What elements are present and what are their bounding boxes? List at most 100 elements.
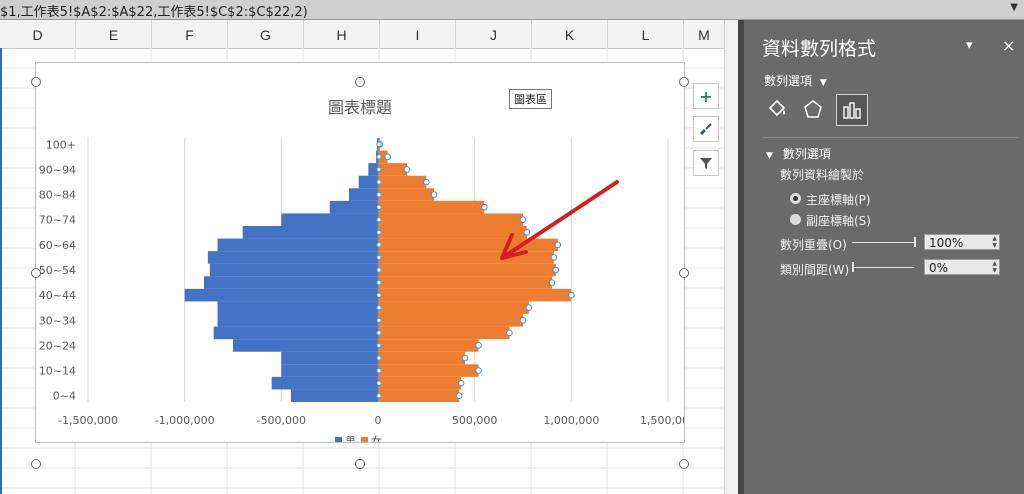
resize-handle[interactable] (355, 459, 365, 469)
series-options-section[interactable]: ▼ 數列選項 (766, 145, 831, 162)
chart-title: 圖表標題 (328, 98, 392, 117)
resize-handle[interactable] (31, 268, 41, 278)
series-point-handle (525, 304, 533, 312)
series-point-handle (523, 228, 531, 236)
resize-handle[interactable] (679, 77, 689, 87)
gap-width-label: 類別間距(W) (780, 263, 850, 277)
bar-chart-icon (843, 102, 861, 119)
brush-icon (699, 123, 712, 136)
bar (349, 188, 378, 201)
bar (378, 200, 485, 214)
spin-arrows-icon[interactable]: ▲ ▼ (992, 260, 997, 274)
series-point-handle (376, 393, 382, 399)
bar (207, 251, 378, 264)
chart-elements-button[interactable]: + (693, 83, 719, 109)
gap-value: 0% (929, 261, 949, 275)
fill-line-tab[interactable] (762, 94, 792, 124)
bar (209, 263, 378, 277)
y-tick-label: 10~14 (39, 365, 76, 378)
bar (281, 364, 378, 377)
series-point-handle (548, 279, 556, 286)
effects-tab[interactable] (798, 94, 828, 124)
overlap-slider[interactable] (852, 242, 914, 243)
column-header[interactable]: K (532, 20, 608, 48)
vertical-scrollbar[interactable] (724, 20, 739, 494)
gap-input[interactable]: 0% ▲ ▼ (924, 259, 1000, 275)
bar (378, 301, 529, 314)
y-tick-label: 20~24 (39, 339, 76, 352)
formula-bar[interactable]: $1,工作表5!$A$2:$A$22,工作表5!$C$2:$C$22,2) ▼ (0, 0, 1024, 20)
bar (378, 351, 465, 365)
series-point-handle (376, 191, 382, 198)
section-title: 數列選項 (782, 147, 831, 161)
column-header[interactable]: E (76, 20, 152, 48)
series-point-handle (376, 166, 382, 173)
legend-swatch (335, 437, 342, 444)
y-tick-label: 40~44 (39, 289, 76, 302)
spin-arrows-icon[interactable]: ▲ ▼ (992, 235, 997, 249)
overlap-input[interactable]: 100% ▲ ▼ (924, 234, 1000, 250)
chart-filters-button[interactable] (693, 150, 719, 176)
series-point-handle (376, 179, 382, 185)
pane-title: 資料數列格式 (762, 38, 877, 60)
series-point-handle (376, 292, 382, 298)
column-header[interactable]: F (152, 20, 228, 48)
legend-label: 男 (345, 435, 356, 442)
y-tick-label: 50~54 (39, 264, 76, 277)
bar (217, 314, 378, 327)
resize-handle[interactable] (31, 459, 41, 469)
series-point-handle (376, 204, 382, 210)
secondary-axis-radio[interactable] (790, 214, 801, 225)
series-point-handle (506, 329, 513, 337)
column-header[interactable]: J (456, 20, 532, 48)
resize-handle[interactable] (31, 77, 41, 87)
filter-icon (700, 158, 712, 169)
chart-area[interactable]: 圖表標題 0~4 10~14 20~24 30~34 40~44 50~54 60~64 70~… (35, 62, 696, 448)
series-point-handle (376, 229, 382, 235)
x-tick-label: 1,000,000 (543, 414, 599, 427)
population-pyramid-chart[interactable]: 圖表標題 0~4 10~14 20~24 30~34 40~44 50~54 60~64 70~… (36, 63, 696, 448)
series-point-handle (519, 316, 527, 324)
pane-options-icon[interactable]: ▾ (966, 38, 973, 53)
series-point-handle (376, 367, 382, 374)
y-tick-label: 0~4 (53, 390, 76, 403)
resize-handle[interactable] (355, 77, 365, 87)
series-point-handle (376, 342, 382, 349)
formula-text[interactable]: $1,工作表5!$A$2:$A$22,工作表5!$C$2:$C$22,2) (0, 1, 308, 20)
series-point-handle (376, 217, 382, 223)
series-point-handle (376, 305, 382, 311)
chevron-down-icon[interactable]: ▼ (1010, 2, 1018, 13)
resize-handle[interactable] (679, 268, 689, 278)
gap-slider[interactable] (852, 267, 914, 268)
y-tick-label: 70~74 (39, 214, 76, 227)
column-header[interactable]: D (0, 20, 76, 48)
chart-area-tooltip: 圖表區 (509, 89, 552, 109)
resize-handle[interactable] (679, 459, 689, 469)
series-point-handle (461, 354, 469, 362)
secondary-axis-label[interactable]: 副座標軸(S) (806, 212, 871, 229)
column-header[interactable]: M (684, 20, 725, 48)
bar (358, 175, 378, 189)
primary-axis-radio[interactable] (790, 193, 801, 204)
pane-divider (762, 137, 1018, 138)
column-header[interactable]: H (304, 20, 380, 48)
series-point-handle (481, 203, 488, 211)
x-tick-label: -1,500,000 (58, 414, 118, 427)
column-header[interactable]: I (380, 20, 456, 48)
bar (184, 288, 378, 302)
bar (378, 376, 462, 390)
column-header[interactable]: L (608, 20, 684, 48)
bar (213, 326, 378, 340)
bar (291, 389, 378, 402)
series-options-tab[interactable] (836, 94, 868, 126)
chart-styles-button[interactable] (693, 116, 719, 142)
primary-axis-label[interactable]: 主座標軸(P) (806, 191, 871, 208)
bar (378, 288, 572, 302)
paint-bucket-icon (768, 99, 786, 117)
series-options-label: 數列選項 (764, 74, 813, 88)
column-header[interactable]: G (228, 20, 304, 48)
close-icon[interactable]: × (1002, 36, 1015, 55)
bar (271, 376, 378, 390)
series-options-dropdown[interactable]: 數列選項 ▼ (764, 72, 827, 89)
overlap-slider-thumb[interactable] (914, 237, 916, 247)
